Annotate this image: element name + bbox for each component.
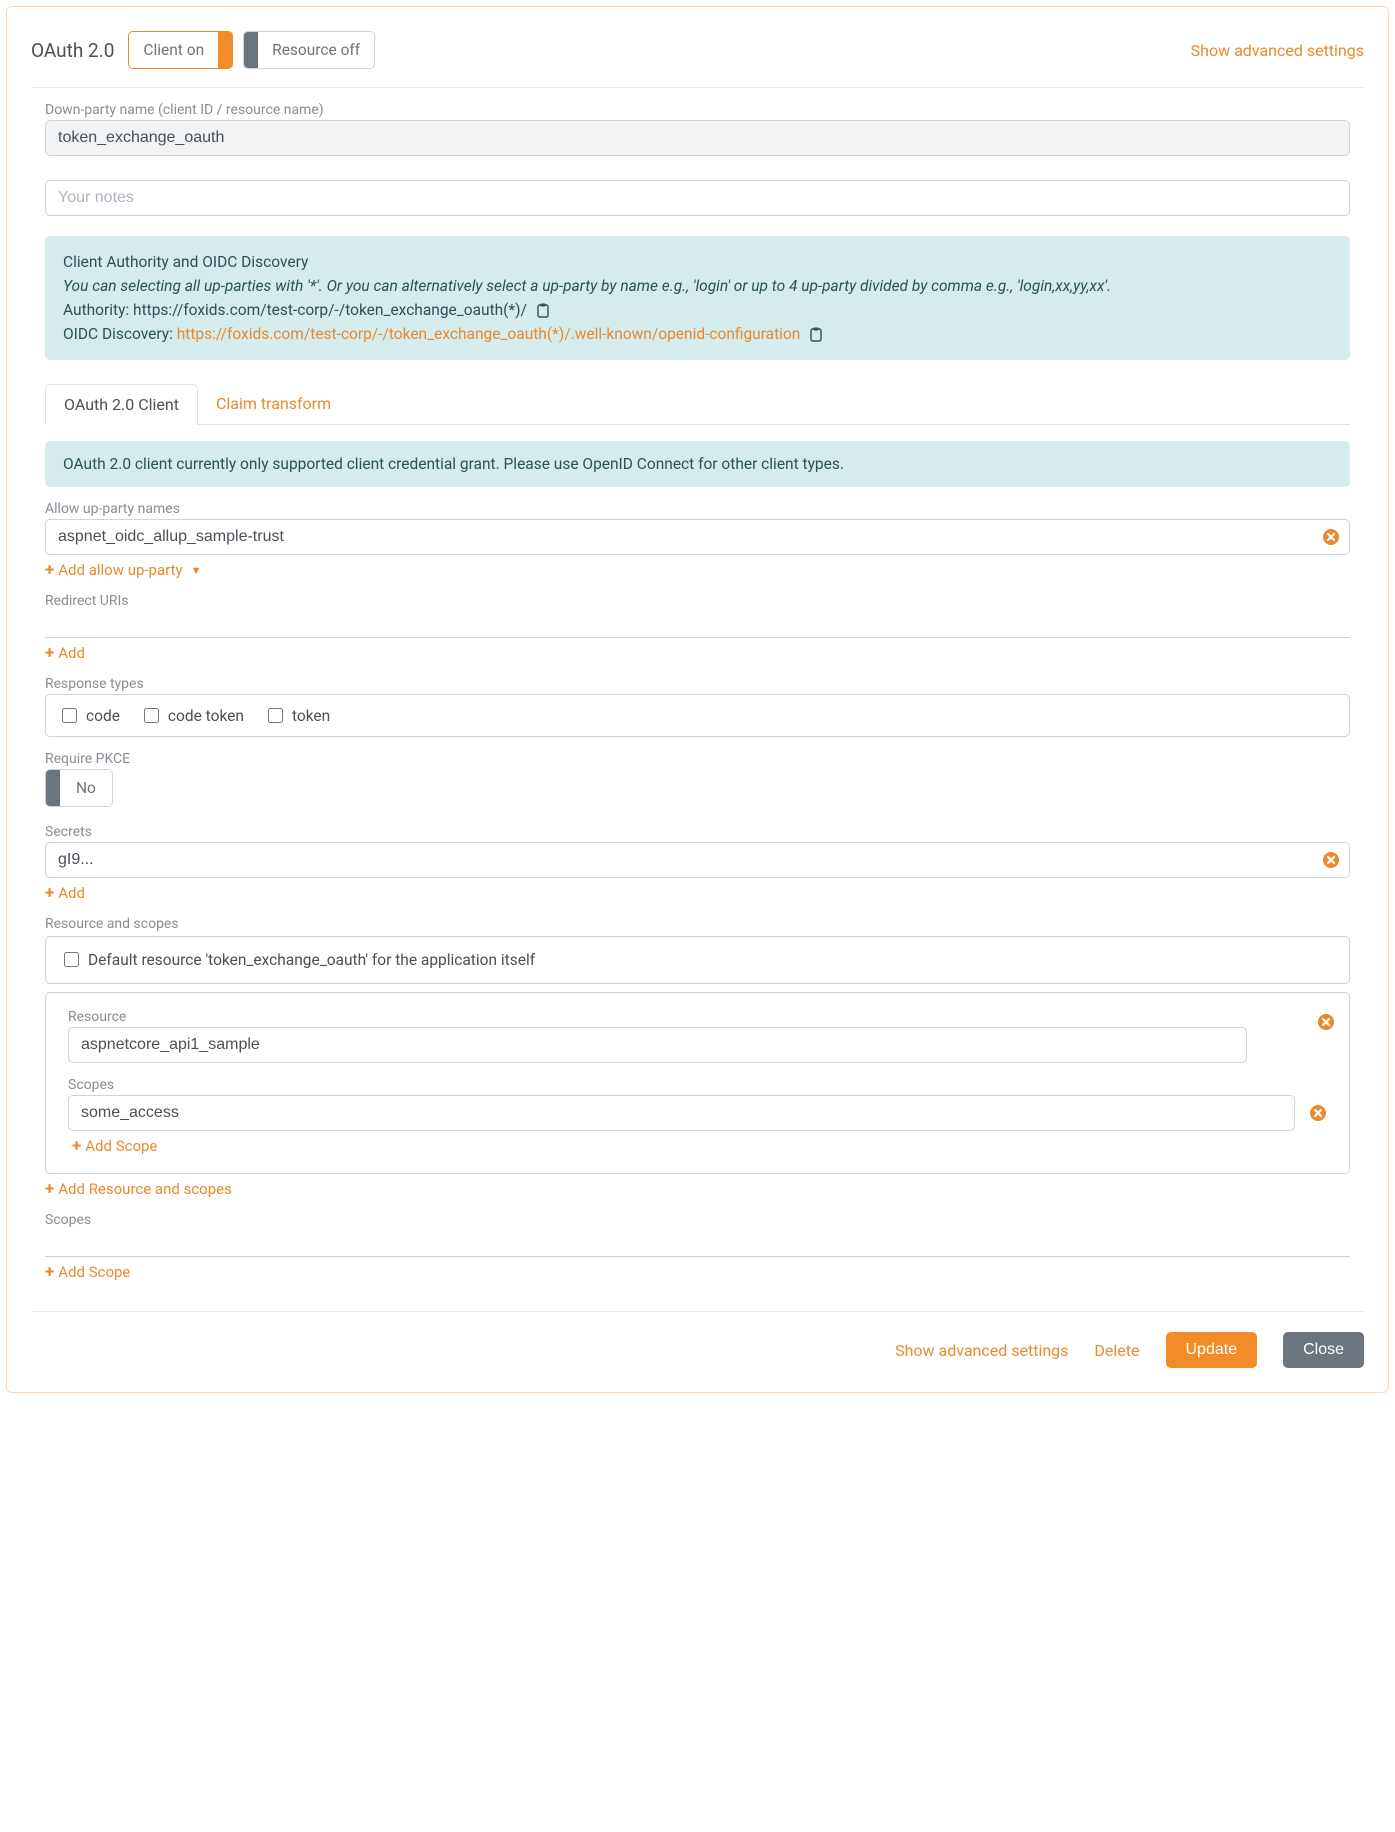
response-type-code-token[interactable]: code token	[140, 705, 244, 726]
resource-entry-panel: Resource Scopes + Add Scope	[45, 992, 1350, 1174]
add-scope-button[interactable]: + Add Scope	[72, 1137, 157, 1155]
default-resource-checkbox[interactable]: Default resource 'token_exchange_oauth' …	[60, 949, 535, 970]
allow-up-party-input[interactable]	[45, 519, 1350, 555]
resource-input[interactable]	[68, 1027, 1247, 1063]
oidc-discovery-label: OIDC Discovery:	[63, 325, 177, 343]
scopes-section-label: Scopes	[45, 1212, 1350, 1228]
resource-field-label: Resource	[68, 1009, 1327, 1025]
authority-heading: Client Authority and OIDC Discovery	[63, 250, 1332, 274]
client-toggle[interactable]: Client on	[128, 31, 233, 69]
resource-toggle[interactable]: Resource off	[243, 31, 375, 69]
response-type-token[interactable]: token	[264, 705, 330, 726]
plus-icon: +	[45, 562, 54, 579]
add-redirect-uri-button[interactable]: + Add	[45, 644, 85, 662]
require-pkce-label: Require PKCE	[45, 751, 1350, 767]
oidc-discovery-link[interactable]: https://foxids.com/test-corp/-/token_exc…	[177, 325, 801, 343]
client-grant-notice: OAuth 2.0 client currently only supporte…	[45, 441, 1350, 487]
footer-row: Show advanced settings Delete Update Clo…	[31, 1311, 1364, 1368]
response-types-label: Response types	[45, 676, 1350, 692]
response-types-group: code code token token	[45, 694, 1350, 737]
remove-scope-icon[interactable]	[1309, 1104, 1327, 1122]
redirect-uris-label: Redirect URIs	[45, 593, 1350, 609]
allow-up-party-label: Allow up-party names	[45, 501, 1350, 517]
remove-resource-icon[interactable]	[1317, 1013, 1335, 1031]
update-button[interactable]: Update	[1166, 1332, 1258, 1368]
plus-icon: +	[45, 885, 54, 902]
plus-icon: +	[45, 645, 54, 662]
delete-button[interactable]: Delete	[1094, 1341, 1139, 1360]
footer-advanced-link[interactable]: Show advanced settings	[895, 1341, 1068, 1360]
caret-down-icon: ▼	[191, 564, 202, 577]
copy-oidc-icon[interactable]	[808, 326, 824, 343]
authority-label: Authority:	[63, 301, 133, 319]
response-type-code[interactable]: code	[58, 705, 120, 726]
tab-oauth-client[interactable]: OAuth 2.0 Client	[45, 384, 198, 425]
scope-input[interactable]	[68, 1095, 1295, 1131]
redirect-uri-input[interactable]	[45, 611, 1350, 638]
down-party-name-input[interactable]	[45, 120, 1350, 156]
remove-up-party-icon[interactable]	[1322, 528, 1340, 546]
scopes-line-input[interactable]	[45, 1230, 1350, 1257]
toggle-handle-icon	[244, 32, 258, 68]
require-pkce-toggle[interactable]: No	[45, 769, 113, 807]
add-secret-button[interactable]: + Add	[45, 884, 85, 902]
add-allow-up-party-button[interactable]: + Add allow up-party ▼	[45, 561, 201, 579]
resource-toggle-label: Resource off	[258, 32, 374, 68]
client-toggle-label: Client on	[129, 32, 218, 68]
plus-icon: +	[45, 1181, 54, 1198]
add-scope-global-button[interactable]: + Add Scope	[45, 1263, 130, 1281]
page-title: OAuth 2.0	[31, 39, 114, 62]
resource-scopes-label: Resource and scopes	[45, 916, 1350, 932]
toggle-handle-icon	[46, 770, 60, 806]
toggle-handle-icon	[218, 32, 232, 68]
show-advanced-link[interactable]: Show advanced settings	[1191, 41, 1364, 60]
require-pkce-value: No	[60, 770, 112, 806]
scopes-field-label: Scopes	[68, 1077, 1327, 1093]
authority-value: https://foxids.com/test-corp/-/token_exc…	[133, 301, 527, 319]
copy-authority-icon[interactable]	[535, 302, 551, 319]
plus-icon: +	[45, 1264, 54, 1281]
down-party-name-label: Down-party name (client ID / resource na…	[45, 102, 1350, 118]
authority-info-panel: Client Authority and OIDC Discovery You …	[45, 236, 1350, 360]
tabs-row: OAuth 2.0 Client Claim transform	[45, 384, 1350, 425]
notes-input[interactable]	[45, 180, 1350, 216]
header-row: OAuth 2.0 Client on Resource off Show ad…	[31, 31, 1364, 88]
add-resource-button[interactable]: + Add Resource and scopes	[45, 1180, 232, 1198]
authority-desc: You can selecting all up-parties with '*…	[63, 274, 1332, 298]
secret-input[interactable]	[45, 842, 1350, 878]
oauth-settings-panel: OAuth 2.0 Client on Resource off Show ad…	[6, 6, 1389, 1393]
tab-claim-transform[interactable]: Claim transform	[198, 384, 349, 424]
remove-secret-icon[interactable]	[1322, 851, 1340, 869]
close-button[interactable]: Close	[1283, 1332, 1364, 1368]
secrets-label: Secrets	[45, 824, 1350, 840]
plus-icon: +	[72, 1138, 81, 1155]
